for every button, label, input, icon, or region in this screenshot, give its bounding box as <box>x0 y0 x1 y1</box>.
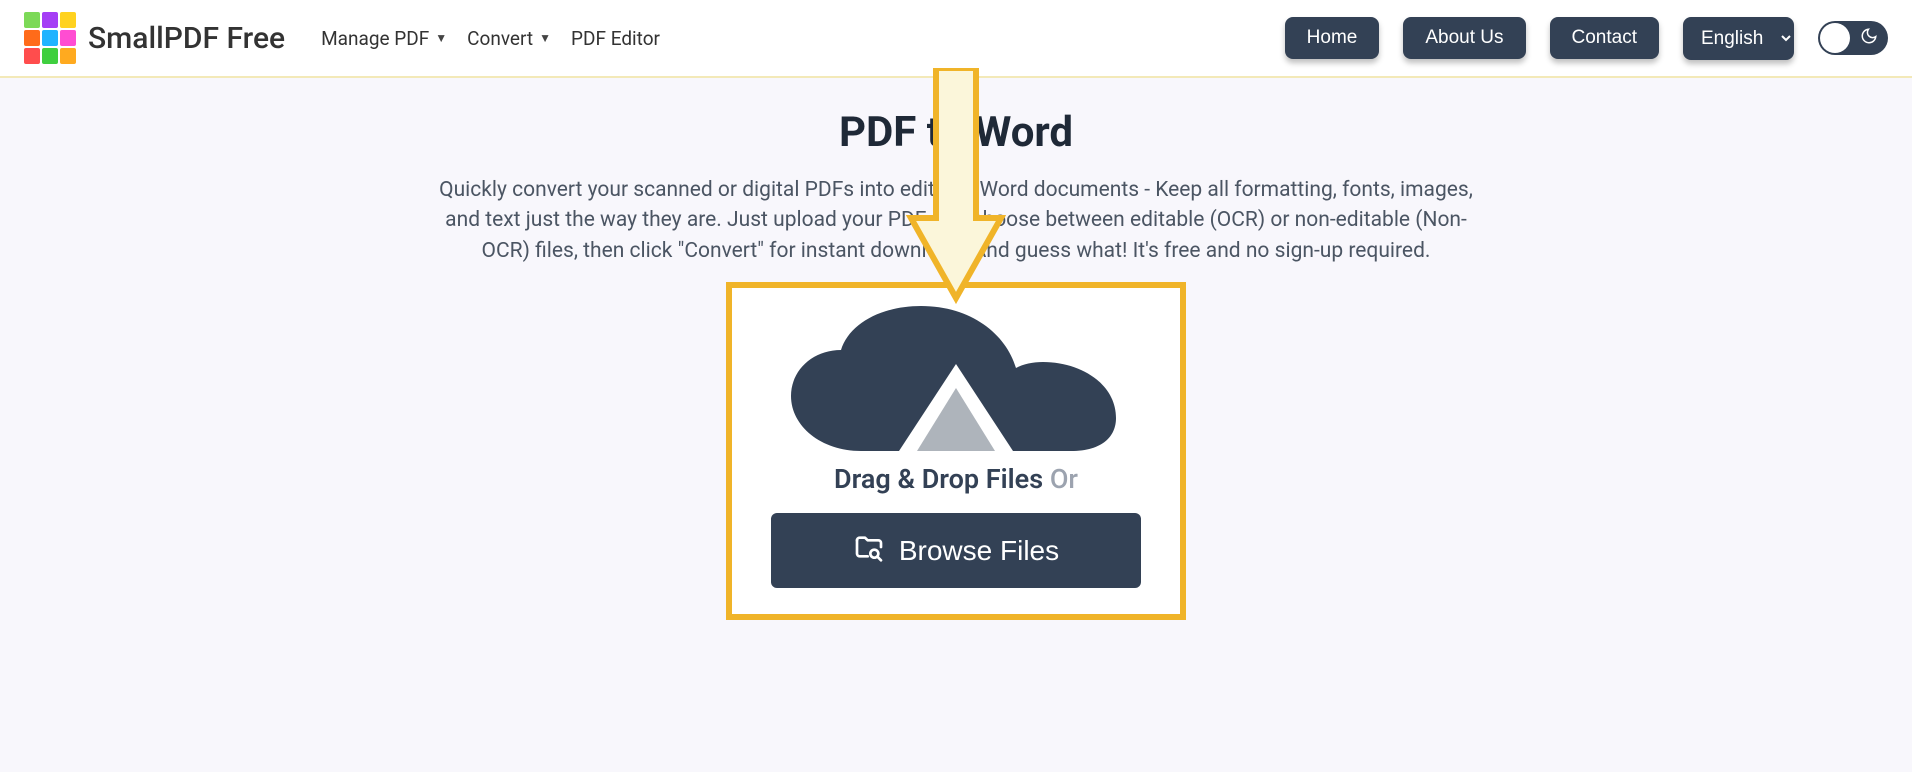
cloud-upload-icon <box>754 306 1158 451</box>
drag-drop-label: Drag & Drop Files Or <box>754 463 1158 495</box>
logo-icon <box>24 12 76 64</box>
nav-editor-label: PDF Editor <box>571 27 660 50</box>
nav-manage-pdf[interactable]: Manage PDF ▼ <box>321 27 447 50</box>
upload-dropzone[interactable]: Drag & Drop Files Or Browse Files <box>726 282 1186 620</box>
folder-search-icon <box>853 531 885 570</box>
home-button[interactable]: Home <box>1285 17 1380 59</box>
nav-convert-label: Convert <box>467 27 533 50</box>
moon-icon <box>1860 27 1878 49</box>
chevron-down-icon: ▼ <box>435 31 447 45</box>
drag-drop-text: Drag & Drop Files <box>834 463 1043 495</box>
browse-files-button[interactable]: Browse Files <box>771 513 1141 588</box>
or-text: Or <box>1050 463 1078 495</box>
contact-button[interactable]: Contact <box>1550 17 1659 59</box>
toggle-knob <box>1820 23 1850 53</box>
brand-name: SmallPDF Free <box>88 21 285 56</box>
theme-toggle[interactable] <box>1818 21 1888 55</box>
page-title: PDF to Word <box>0 108 1912 157</box>
nav-manage-label: Manage PDF <box>321 27 429 50</box>
about-us-button[interactable]: About Us <box>1403 17 1525 59</box>
primary-nav: Manage PDF ▼ Convert ▼ PDF Editor <box>321 27 660 50</box>
nav-pdf-editor[interactable]: PDF Editor <box>571 27 660 50</box>
browse-files-label: Browse Files <box>899 535 1059 567</box>
chevron-down-icon: ▼ <box>539 31 551 45</box>
language-select[interactable]: English <box>1683 17 1794 60</box>
main-content: PDF to Word Quickly convert your scanned… <box>0 78 1912 700</box>
page-description: Quickly convert your scanned or digital … <box>426 175 1486 266</box>
nav-convert[interactable]: Convert ▼ <box>467 27 551 50</box>
top-header: SmallPDF Free Manage PDF ▼ Convert ▼ PDF… <box>0 0 1912 78</box>
logo-block[interactable]: SmallPDF Free <box>24 12 285 64</box>
